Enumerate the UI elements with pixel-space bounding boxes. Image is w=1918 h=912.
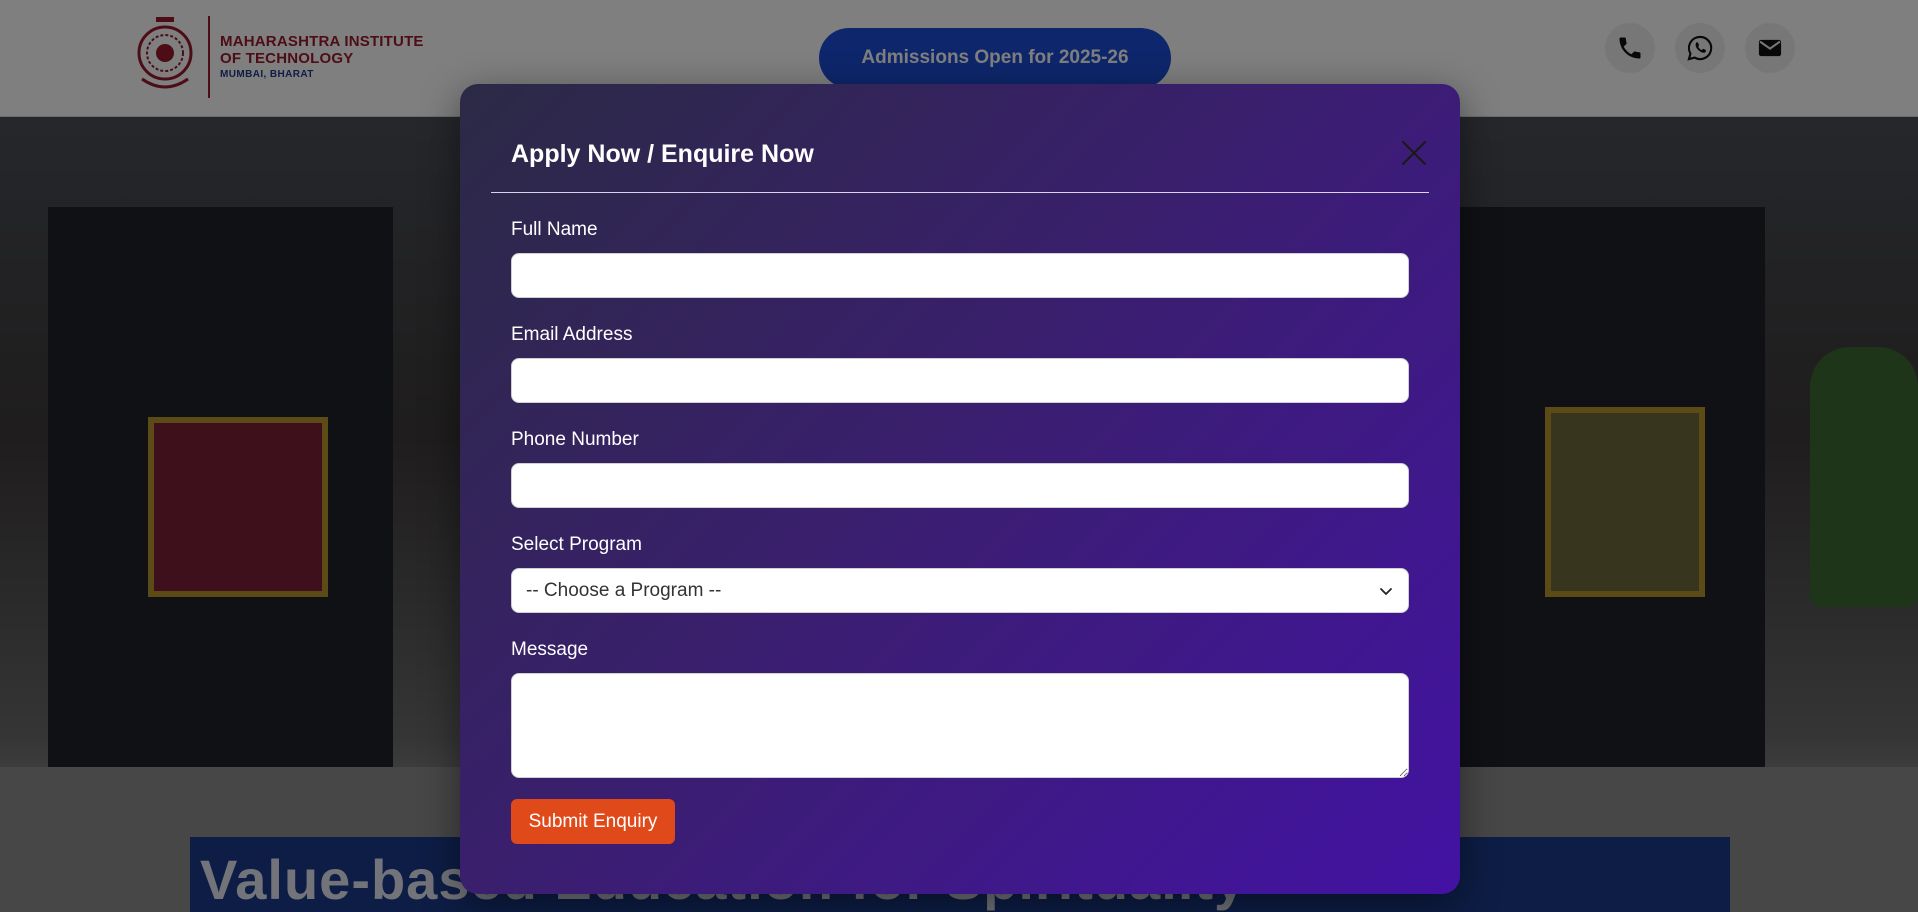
full-name-label: Full Name [511,219,598,240]
phone-input[interactable] [511,463,1409,508]
program-select-value: -- Choose a Program -- [526,579,722,601]
message-label: Message [511,639,589,660]
program-label: Select Program [511,534,642,555]
email-input[interactable] [511,358,1409,403]
close-icon[interactable] [1401,140,1427,166]
enquiry-modal: Apply Now / Enquire Now Full Name Email … [460,84,1460,894]
phone-label: Phone Number [511,429,639,450]
email-label: Email Address [511,324,633,345]
modal-title: Apply Now / Enquire Now [511,140,814,168]
full-name-input[interactable] [511,253,1409,298]
submit-enquiry-button[interactable]: Submit Enquiry [511,799,675,844]
modal-header: Apply Now / Enquire Now [491,84,1429,193]
chevron-down-icon [1380,587,1392,595]
program-select[interactable]: -- Choose a Program -- [511,568,1409,613]
message-textarea[interactable] [511,673,1409,778]
